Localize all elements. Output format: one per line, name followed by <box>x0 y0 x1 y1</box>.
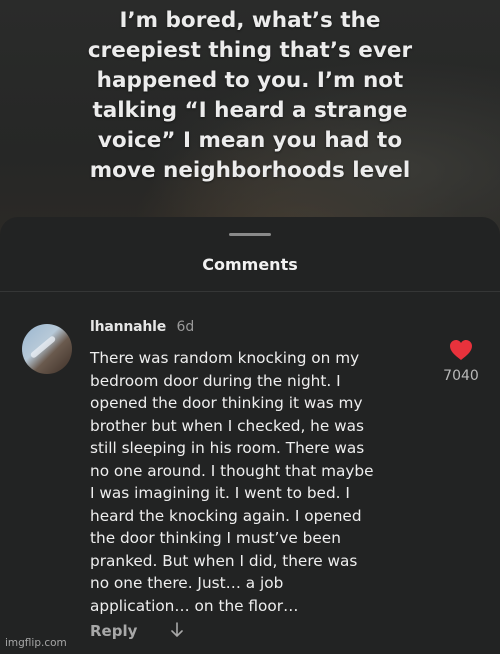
heart-icon[interactable] <box>449 339 473 361</box>
comments-title: Comments <box>202 255 298 274</box>
comment-line: the door thinking I must’ve been <box>90 529 341 547</box>
avatar[interactable] <box>22 324 72 374</box>
comment-line: heard the knocking again. I opened <box>90 506 362 525</box>
username[interactable]: lhannahle <box>90 319 166 335</box>
comment-text: There was random knocking on my bedroom … <box>90 347 430 617</box>
comment-line: I was imagining it. I went to bed. I <box>90 484 350 502</box>
comment-line: application… on the floor… <box>90 596 299 615</box>
caption-line: creepiest thing that’s ever <box>87 38 413 63</box>
watermark: imgflip.com <box>5 637 67 649</box>
caption-line: voice” I mean you had to <box>97 128 403 153</box>
divider <box>0 291 500 292</box>
comment-line: no one there. Just… a job <box>90 574 284 592</box>
comment-line: brother but when I checked, he was <box>90 416 364 435</box>
caption-line: I’m bored, what’s the <box>119 8 381 33</box>
comments-sheet: Comments lhannahle 6d There was random k… <box>0 217 500 654</box>
comment-line: pranked. But when I did, there was <box>90 551 358 570</box>
comment-line: There was random knocking on my <box>90 349 360 367</box>
comment-line: bedroom door during the night. I <box>90 371 341 390</box>
drag-handle[interactable] <box>229 233 271 236</box>
caption-line: move neighborhoods level <box>89 158 411 183</box>
comment-header: lhannahle 6d <box>90 319 194 335</box>
like-count: 7040 <box>443 368 479 384</box>
reply-button[interactable]: Reply <box>90 622 137 640</box>
caption-line: happened to you. I’m not <box>96 68 404 93</box>
comment-line: opened the door thinking it was my <box>90 394 363 412</box>
arrow-down-icon[interactable] <box>168 620 186 640</box>
comment-line: still sleeping in his room. There was <box>90 439 365 457</box>
comment-line: no one around. I thought that maybe <box>90 461 374 480</box>
video-caption: I’m bored, what’s the creepiest thing th… <box>0 6 500 186</box>
caption-line: talking “I heard a strange <box>92 98 408 123</box>
comment-age: 6d <box>176 319 195 335</box>
